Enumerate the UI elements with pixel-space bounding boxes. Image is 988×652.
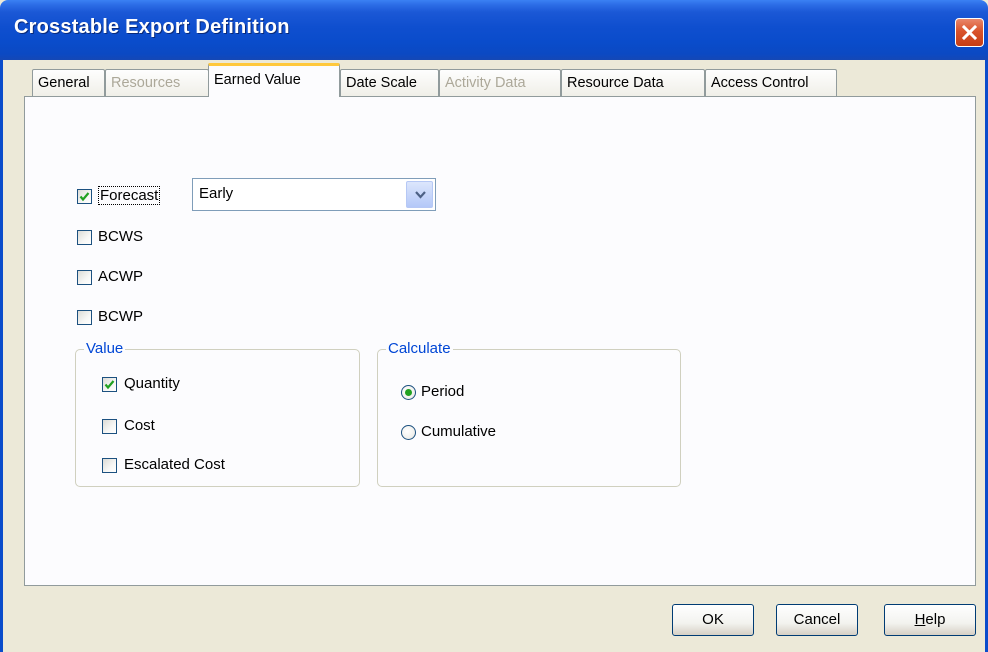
window-frame-left bbox=[0, 60, 3, 652]
acwp-checkbox[interactable] bbox=[77, 270, 92, 285]
close-icon bbox=[961, 24, 978, 41]
forecast-label[interactable]: Forecast bbox=[98, 186, 161, 205]
cost-checkbox[interactable] bbox=[102, 419, 117, 434]
cost-label[interactable]: Cost bbox=[124, 417, 155, 434]
tab-label: Resources bbox=[111, 75, 181, 91]
value-group-title: Value bbox=[84, 340, 126, 357]
help-label: elp bbox=[925, 611, 946, 628]
tab-activity-data[interactable]: Activity Data bbox=[439, 69, 561, 96]
ok-button[interactable]: OK bbox=[672, 604, 754, 636]
quantity-checkbox[interactable] bbox=[102, 377, 117, 392]
tab-resource-data[interactable]: Resource Data bbox=[561, 69, 705, 96]
bcwp-label[interactable]: BCWP bbox=[98, 308, 143, 325]
tab-access-control[interactable]: Access Control bbox=[705, 69, 837, 96]
tab-label: General bbox=[38, 75, 90, 91]
tab-label: Date Scale bbox=[346, 75, 417, 91]
title-bar: Crosstable Export Definition bbox=[0, 0, 988, 60]
acwp-label[interactable]: ACWP bbox=[98, 268, 143, 285]
checkmark-icon bbox=[79, 192, 90, 202]
bcwp-checkbox[interactable] bbox=[77, 310, 92, 325]
quantity-label[interactable]: Quantity bbox=[124, 375, 180, 392]
tab-label: Access Control bbox=[711, 75, 809, 91]
tab-label: Earned Value bbox=[214, 72, 301, 88]
tab-earned-value[interactable]: Earned Value bbox=[208, 63, 340, 97]
cancel-button[interactable]: Cancel bbox=[776, 604, 858, 636]
calculate-group: Calculate bbox=[377, 340, 681, 487]
tab-general[interactable]: General bbox=[32, 69, 105, 96]
tab-label: Activity Data bbox=[445, 75, 526, 91]
escalated-cost-checkbox[interactable] bbox=[102, 458, 117, 473]
tab-resources[interactable]: Resources bbox=[105, 69, 209, 96]
forecast-checkbox[interactable] bbox=[77, 189, 92, 204]
escalated-cost-label[interactable]: Escalated Cost bbox=[124, 456, 225, 473]
tab-panel bbox=[24, 96, 976, 586]
bcws-label[interactable]: BCWS bbox=[98, 228, 143, 245]
tab-date-scale[interactable]: Date Scale bbox=[340, 69, 439, 96]
help-mnemonic: H bbox=[914, 611, 926, 628]
radio-selected-dot bbox=[405, 389, 412, 396]
cumulative-label[interactable]: Cumulative bbox=[421, 423, 496, 440]
calculate-group-title: Calculate bbox=[386, 340, 453, 357]
checkmark-icon bbox=[104, 380, 115, 390]
period-label[interactable]: Period bbox=[421, 383, 464, 400]
forecast-select-dropdown-button[interactable] bbox=[406, 181, 433, 208]
tab-label: Resource Data bbox=[567, 75, 664, 91]
cumulative-radio[interactable] bbox=[401, 425, 416, 440]
chevron-down-icon bbox=[415, 191, 426, 199]
window-title: Crosstable Export Definition bbox=[14, 16, 290, 38]
forecast-select[interactable]: Early bbox=[192, 178, 436, 211]
help-button[interactable]: Help bbox=[884, 604, 976, 636]
bcws-checkbox[interactable] bbox=[77, 230, 92, 245]
forecast-select-value: Early bbox=[199, 185, 234, 202]
close-button[interactable] bbox=[955, 18, 984, 47]
period-radio[interactable] bbox=[401, 385, 416, 400]
